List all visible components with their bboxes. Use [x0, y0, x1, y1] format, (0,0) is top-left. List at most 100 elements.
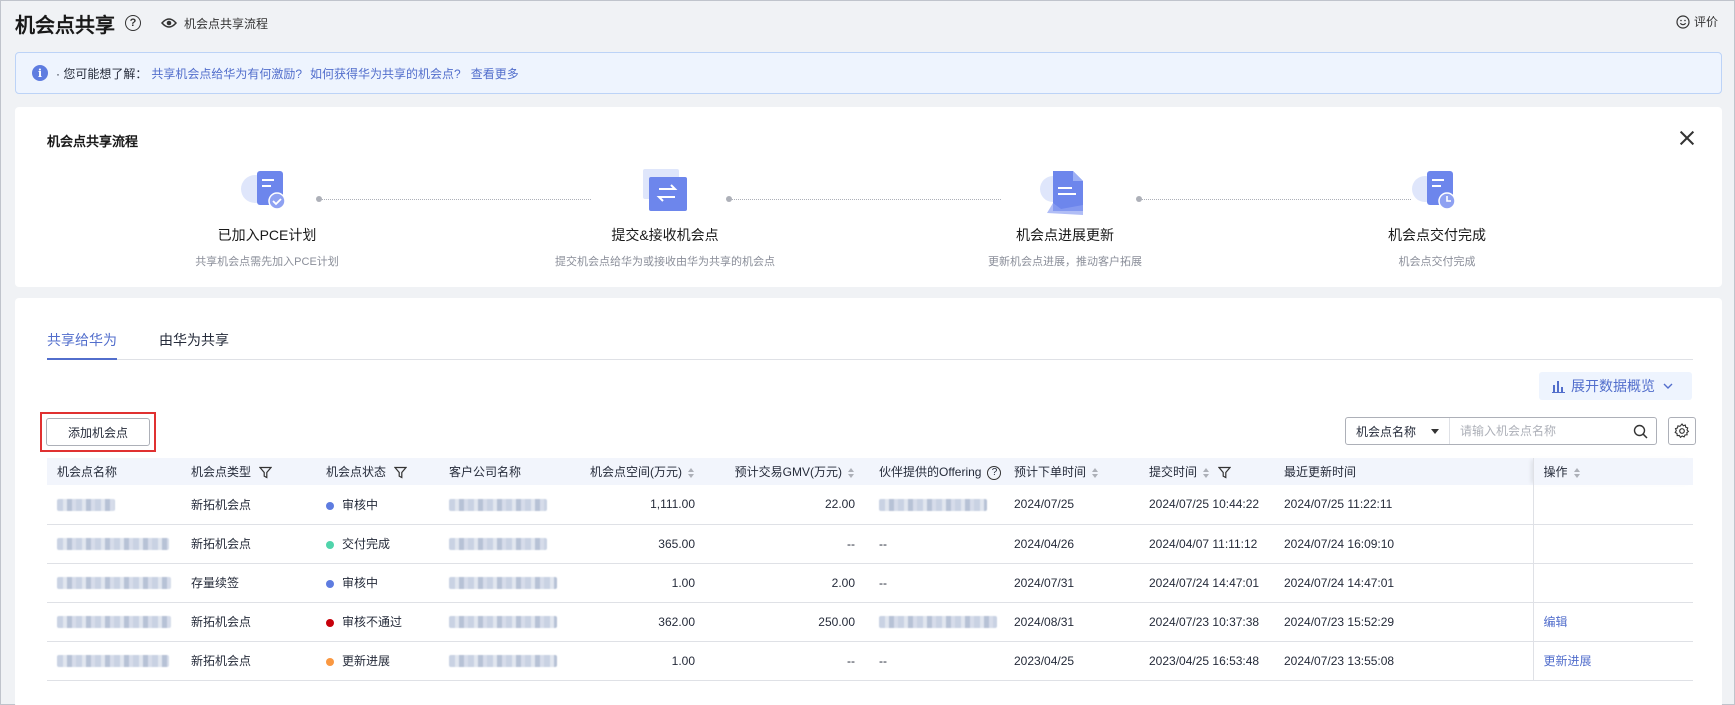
sort-icon[interactable] [1573, 467, 1581, 478]
flow-title: 机会点共享流程 [47, 134, 139, 149]
incentive-link[interactable]: 共享机会点给华为有何激励? [151, 65, 302, 82]
redacted-name [57, 655, 169, 668]
search-icon[interactable] [1633, 424, 1648, 439]
col-offering: 伙伴提供的Offering? [869, 458, 1004, 485]
col-gmv[interactable]: 预计交易GMV(万元) [709, 458, 869, 485]
filter-icon[interactable] [259, 466, 273, 479]
search-box: 机会点名称 [1345, 417, 1657, 445]
close-icon[interactable] [1680, 131, 1694, 145]
col-order-time[interactable]: 预计下单时间 [1004, 458, 1139, 485]
cell-order-time: 2024/08/31 [1004, 602, 1139, 642]
cell-type: 存量续签 [181, 563, 316, 603]
cell-order-time: 2024/07/31 [1004, 563, 1139, 603]
flow-step-desc: 更新机会点进展，推动客户拓展 [988, 256, 1142, 268]
flow-card: 机会点共享流程 已加入PCE计划 共享机会点需先加入PCE计划 提交&接收机会点… [15, 107, 1722, 287]
table-row[interactable]: 新拓机会点 审核不通过 362.00 250.00 2024/08/31 202… [47, 602, 1693, 642]
receive-link[interactable]: 如何获得华为共享的机会点? [310, 65, 461, 82]
col-status[interactable]: 机会点状态 [316, 458, 439, 485]
rate-button[interactable]: 评价 [1676, 13, 1718, 30]
bar-chart-icon [1552, 380, 1565, 393]
col-actions[interactable]: 操作 [1532, 458, 1693, 485]
redacted-name [57, 616, 171, 629]
col-type[interactable]: 机会点类型 [181, 458, 316, 485]
search-input[interactable] [1450, 418, 1633, 444]
cell-type: 新拓机会点 [181, 524, 316, 564]
update-progress-link[interactable]: 更新进展 [1544, 654, 1592, 668]
cell-order-time: 2023/04/25 [1004, 641, 1139, 681]
cell-offering [869, 602, 1004, 642]
col-submit-time[interactable]: 提交时间 [1139, 458, 1274, 485]
smiley-icon [1676, 14, 1690, 29]
flow-preview-link[interactable]: 机会点共享流程 [161, 15, 268, 32]
sort-icon[interactable] [1203, 467, 1210, 478]
cell-offering: -- [869, 563, 1004, 603]
flow-step-joined: 已加入PCE计划 共享机会点需先加入PCE计划 [137, 167, 397, 269]
sort-icon[interactable] [1092, 467, 1099, 478]
eye-icon [161, 18, 177, 28]
cell-gmv: 22.00 [709, 485, 869, 525]
help-icon[interactable]: ? [125, 15, 141, 31]
cell-type: 新拓机会点 [181, 602, 316, 642]
flow-preview-label: 机会点共享流程 [184, 16, 269, 31]
redacted-company [449, 538, 547, 551]
cell-update-time: 2024/07/23 13:55:08 [1274, 641, 1533, 681]
redacted-company [449, 499, 547, 512]
status-dot [326, 657, 334, 666]
expand-overview-button[interactable]: 展开数据概览 [1539, 372, 1692, 400]
status-dot [326, 579, 334, 588]
info-prefix: · 您可能想了解： [56, 66, 148, 81]
sort-icon[interactable] [688, 467, 695, 478]
expand-overview-label: 展开数据概览 [1571, 378, 1655, 394]
cell-submit-time: 2024/07/23 10:37:38 [1139, 602, 1274, 642]
cell-submit-time: 2024/04/07 11:11:12 [1139, 524, 1274, 564]
flow-step-name: 已加入PCE计划 [217, 227, 317, 243]
cell-actions: 更新进展 [1532, 641, 1693, 681]
cell-space: 1,111.00 [574, 485, 709, 525]
filter-icon[interactable] [1218, 466, 1232, 479]
sort-icon[interactable] [848, 467, 855, 478]
help-icon[interactable]: ? [987, 465, 1002, 480]
filter-icon[interactable] [394, 466, 408, 479]
search-field-select[interactable]: 机会点名称 [1346, 418, 1450, 444]
info-icon: i [32, 65, 48, 81]
cell-update-time: 2024/07/24 16:09:10 [1274, 524, 1533, 564]
cell-status: 审核不通过 [316, 602, 439, 642]
cell-submit-time: 2023/04/25 16:53:48 [1139, 641, 1274, 681]
redacted-company [449, 616, 557, 629]
see-more-link[interactable]: 查看更多 [471, 65, 519, 82]
cell-actions: 编辑 [1532, 602, 1693, 642]
caret-down-icon [1431, 428, 1439, 434]
table-row[interactable]: 新拓机会点 更新进展 1.00 -- -- 2023/04/25 2023/04… [47, 641, 1693, 681]
cell-offering: -- [869, 524, 1004, 564]
cell-type: 新拓机会点 [181, 641, 316, 681]
opportunity-table: 机会点名称 机会点类型 机会点状态 客户公司名称 机会点空间(万元) 预计交易G… [47, 458, 1693, 681]
cell-actions [1532, 563, 1693, 603]
page-title: 机会点共享 [15, 14, 115, 37]
col-name: 机会点名称 [47, 458, 181, 485]
chevron-down-icon [1663, 383, 1673, 389]
tab-shared-to-huawei[interactable]: 共享给华为 [47, 330, 117, 360]
redacted-company [449, 655, 557, 668]
flow-step-name: 机会点交付完成 [1388, 227, 1486, 243]
cell-space: 365.00 [574, 524, 709, 564]
flow-step-submit: 提交&接收机会点 提交机会点给华为或接收由华为共享的机会点 [535, 167, 795, 269]
cell-update-time: 2024/07/24 14:47:01 [1274, 563, 1533, 603]
col-space[interactable]: 机会点空间(万元) [574, 458, 709, 485]
progress-document-icon [1039, 167, 1091, 219]
rate-label: 评价 [1693, 15, 1718, 29]
cell-update-time: 2024/07/25 11:22:11 [1274, 485, 1533, 525]
status-dot [326, 618, 334, 627]
cell-space: 1.00 [574, 563, 709, 603]
table-row[interactable]: 新拓机会点 审核中 1,111.00 22.00 2024/07/25 2024… [47, 485, 1693, 525]
edit-link[interactable]: 编辑 [1544, 615, 1568, 629]
gear-icon [1674, 423, 1690, 439]
tab-shared-by-huawei[interactable]: 由华为共享 [159, 330, 229, 350]
cell-submit-time: 2024/07/25 10:44:22 [1139, 485, 1274, 525]
add-opportunity-button[interactable]: 添加机会点 [46, 418, 150, 446]
table-row[interactable]: 存量续签 审核中 1.00 2.00 -- 2024/07/31 2024/07… [47, 563, 1693, 603]
cell-order-time: 2024/07/25 [1004, 485, 1139, 525]
table-row[interactable]: 新拓机会点 交付完成 365.00 -- -- 2024/04/26 2024/… [47, 524, 1693, 564]
main-card: 共享给华为 由华为共享 展开数据概览 添加机会点 机会点名称 机会点名称 机会点… [15, 298, 1722, 705]
table-settings-button[interactable] [1668, 417, 1696, 445]
redacted-company [449, 577, 557, 590]
